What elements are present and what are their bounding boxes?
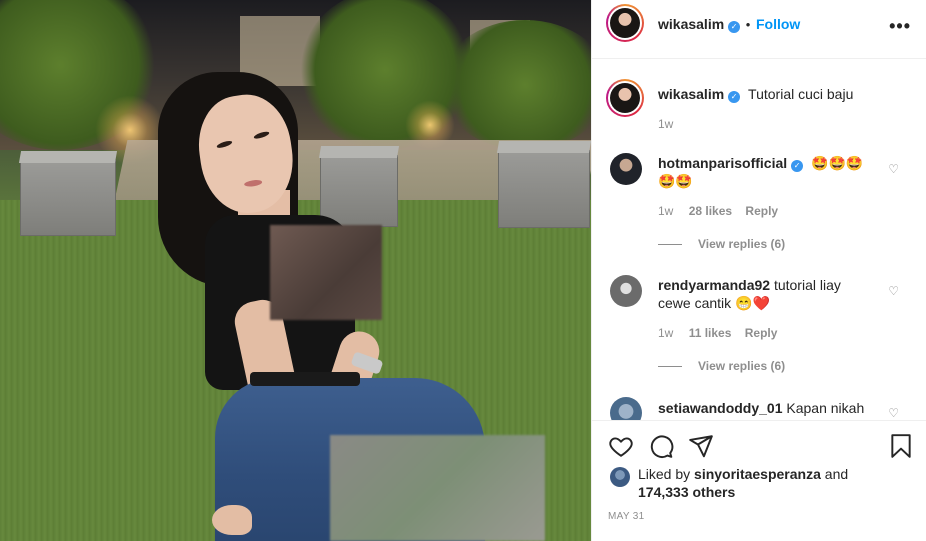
- comment-body: hotmanparisofficial ✓ 🤩🤩🤩🤩🤩: [658, 154, 878, 190]
- commenter-avatar[interactable]: [610, 397, 642, 420]
- likes-summary: Liked by sinyoritaesperanza and 174,333 …: [638, 465, 848, 501]
- comment-like-heart-icon[interactable]: ♡: [888, 284, 899, 298]
- concrete-block: [496, 141, 591, 228]
- woman-foot: [212, 505, 252, 535]
- verified-badge-icon: ✓: [728, 91, 741, 103]
- caption-time: 1w: [658, 117, 674, 131]
- comment-text: cewe cantik 😁❤️: [658, 295, 770, 311]
- post-photo[interactable]: [0, 0, 591, 541]
- verified-badge-icon: ✓: [791, 160, 804, 172]
- author-avatar[interactable]: [606, 4, 644, 42]
- reply-button[interactable]: Reply: [745, 204, 778, 218]
- comment-time: 1w: [658, 326, 674, 340]
- comment-body: setiawandoddy_01 Kapan nikah: [658, 399, 888, 417]
- replies-divider: [658, 366, 682, 368]
- likes-count[interactable]: 174,333 others: [638, 484, 735, 500]
- view-replies-button[interactable]: View replies (6): [658, 237, 785, 251]
- commenter-avatar[interactable]: [610, 275, 642, 307]
- share-icon[interactable]: [688, 433, 714, 459]
- view-replies-label: View replies (6): [698, 237, 786, 251]
- post-actions: Liked by sinyoritaesperanza and 174,333 …: [592, 420, 926, 541]
- view-replies-button[interactable]: View replies (6): [658, 359, 785, 373]
- liker-avatar[interactable]: [610, 467, 630, 487]
- concrete-block: [18, 151, 118, 236]
- heart-outline-icon[interactable]: [608, 433, 634, 459]
- caption: wikasalim ✓ Tutorial cuci baju: [658, 85, 853, 103]
- header-user-row: wikasalim ✓ • Follow: [658, 16, 800, 33]
- liked-by-username[interactable]: sinyoritaesperanza: [694, 466, 821, 482]
- comment-username[interactable]: setiawandoddy_01: [658, 400, 783, 416]
- commenter-avatar[interactable]: [610, 153, 642, 185]
- comment-text: Kapan nikah: [786, 400, 865, 416]
- comment-likes[interactable]: 28 likes: [689, 204, 732, 218]
- comment-time: 1w: [658, 204, 674, 218]
- author-username[interactable]: wikasalim: [658, 16, 724, 32]
- reply-button[interactable]: Reply: [745, 326, 778, 340]
- comment-likes[interactable]: 11 likes: [689, 326, 732, 340]
- post-side-panel: wikasalim ✓ • Follow ••• wikasalim ✓ Tutor…: [591, 0, 926, 541]
- concrete-block: [318, 146, 400, 227]
- likes-prefix: Liked by: [638, 466, 691, 482]
- separator-dot: •: [745, 17, 751, 32]
- caption-author-avatar[interactable]: [606, 79, 644, 117]
- follow-button[interactable]: Follow: [756, 16, 800, 32]
- comment-icon[interactable]: [648, 433, 674, 459]
- post-header: wikasalim ✓ • Follow •••: [592, 0, 926, 59]
- caption-text: Tutorial cuci baju: [748, 86, 854, 102]
- view-replies-label: View replies (6): [698, 359, 786, 373]
- verified-badge-icon: ✓: [728, 21, 741, 33]
- caption-username[interactable]: wikasalim: [658, 86, 724, 102]
- comment-username[interactable]: hotmanparisofficial: [658, 155, 787, 171]
- bookmark-icon[interactable]: [888, 433, 914, 459]
- comments-list[interactable]: wikasalim ✓ Tutorial cuci baju 1w hotmanp…: [592, 60, 926, 420]
- censor-blur: [270, 225, 382, 320]
- likes-connector: and: [824, 466, 849, 482]
- comment-text: tutorial liay: [773, 277, 841, 293]
- replies-divider: [658, 244, 682, 246]
- post-date[interactable]: MAY 31: [608, 511, 644, 522]
- comment-like-heart-icon[interactable]: ♡: [888, 406, 899, 420]
- comment-like-heart-icon[interactable]: ♡: [888, 162, 899, 176]
- comment-meta: 1w 28 likes Reply: [658, 204, 778, 218]
- more-options-icon[interactable]: •••: [889, 16, 911, 37]
- censor-blur: [330, 435, 545, 541]
- woman-belt: [250, 372, 360, 386]
- comment-meta: 1w 11 likes Reply: [658, 326, 777, 340]
- comment-username[interactable]: rendyarmanda92: [658, 277, 770, 293]
- comment-body: rendyarmanda92 tutorial liay cewe cantik…: [658, 276, 878, 312]
